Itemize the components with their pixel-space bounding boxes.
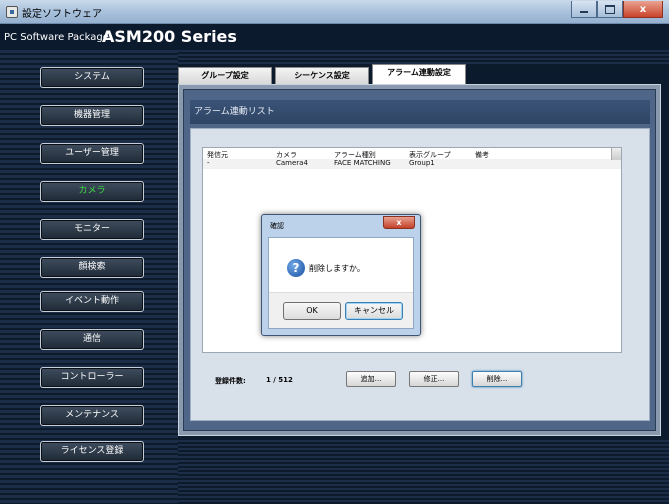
sidebar-item-communication[interactable]: 通信 xyxy=(40,329,144,350)
tab-sequence-settings[interactable]: シーケンス設定 xyxy=(275,67,369,84)
window-controls: x xyxy=(571,1,663,18)
minimize-button[interactable] xyxy=(571,1,597,18)
confirm-dialog: 確認 x ? 削除しますか。 OK キャンセル xyxy=(261,214,421,336)
sidebar-item-license[interactable]: ライセンス登録 xyxy=(40,441,144,462)
sidebar-item-device-management[interactable]: 機器管理 xyxy=(40,105,144,126)
registered-count-value: 1 / 512 xyxy=(266,376,293,384)
cancel-button[interactable]: キャンセル xyxy=(345,302,403,320)
column-header-display-group[interactable]: 表示グループ xyxy=(409,150,475,159)
cell-source: - xyxy=(207,159,210,167)
sidebar-item-system[interactable]: システム xyxy=(40,67,144,88)
dialog-message: 削除しますか。 xyxy=(309,264,365,273)
dialog-body: ? 削除しますか。 OK キャンセル xyxy=(268,237,414,329)
window-title-bar: 設定ソフトウェア x xyxy=(0,0,669,24)
sidebar-item-face-search[interactable]: 顔検索 xyxy=(40,257,144,278)
table-header: 発信元 カメラ アラーム種別 表示グループ 備考 xyxy=(203,148,621,159)
cell-alarm-type: FACE MATCHING xyxy=(334,159,391,167)
dialog-title: 確認 xyxy=(270,222,284,230)
close-button[interactable]: x xyxy=(623,1,663,18)
sidebar-item-controller[interactable]: コントローラー xyxy=(40,367,144,388)
dialog-close-button[interactable]: x xyxy=(383,216,415,229)
edit-button[interactable]: 修正... xyxy=(409,371,459,387)
dialog-button-row: OK キャンセル xyxy=(269,292,413,328)
panel-title: アラーム連動リスト xyxy=(190,100,650,124)
delete-button[interactable]: 削除... xyxy=(472,371,522,387)
column-header-camera[interactable]: カメラ xyxy=(276,150,334,159)
product-header: PC Software Package ASM200 Series xyxy=(0,24,669,50)
table-scrollbar[interactable] xyxy=(611,148,621,160)
column-header-source[interactable]: 発信元 xyxy=(203,150,276,159)
app-icon xyxy=(6,6,18,18)
add-button[interactable]: 追加... xyxy=(346,371,396,387)
tab-alarm-link-settings[interactable]: アラーム連動設定 xyxy=(372,64,466,84)
cell-camera: Camera4 xyxy=(276,159,308,167)
sidebar-item-user-management[interactable]: ユーザー管理 xyxy=(40,143,144,164)
column-header-note[interactable]: 備考 xyxy=(475,150,535,159)
maximize-button[interactable] xyxy=(597,1,623,18)
tab-bar: グループ設定 シーケンス設定 アラーム連動設定 xyxy=(178,64,669,84)
registered-count-label: 登録件数: xyxy=(215,377,246,385)
table-row[interactable]: - Camera4 FACE MATCHING Group1 xyxy=(203,159,621,169)
sidebar-item-camera[interactable]: カメラ xyxy=(40,181,144,202)
product-model: ASM200 Series xyxy=(102,27,237,46)
footer-stripes xyxy=(178,440,669,504)
sidebar-item-monitor[interactable]: モニター xyxy=(40,219,144,240)
tab-group-settings[interactable]: グループ設定 xyxy=(178,67,272,84)
product-prefix: PC Software Package xyxy=(4,32,109,43)
cell-display-group: Group1 xyxy=(409,159,435,167)
window-title: 設定ソフトウェア xyxy=(22,9,102,20)
cell-note xyxy=(475,159,535,169)
sidebar-item-maintenance[interactable]: メンテナンス xyxy=(40,405,144,426)
question-icon: ? xyxy=(287,259,305,277)
sidebar-item-event-action[interactable]: イベント動作 xyxy=(40,291,144,312)
sidebar: システム 機器管理 ユーザー管理 カメラ モニター 顔検索 イベント動作 通信 … xyxy=(0,50,178,504)
column-header-alarm-type[interactable]: アラーム種別 xyxy=(334,150,409,159)
ok-button[interactable]: OK xyxy=(283,302,341,320)
